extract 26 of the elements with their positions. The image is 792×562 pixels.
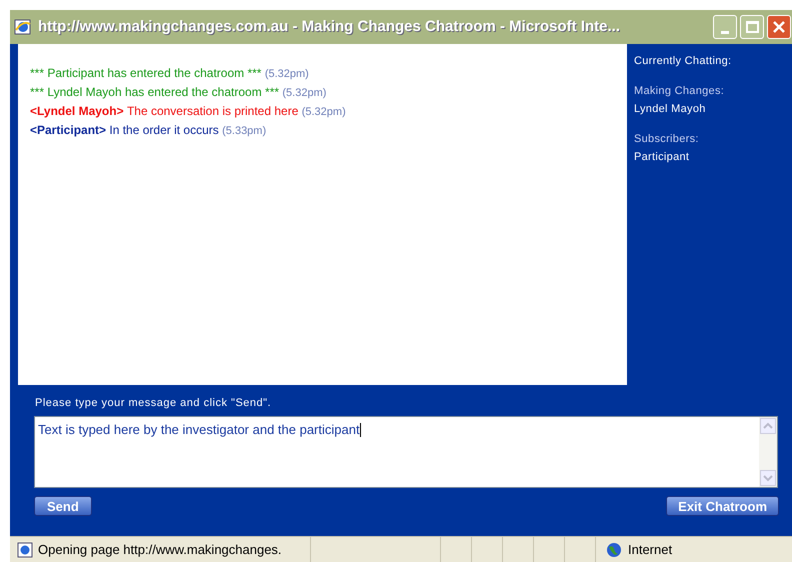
group-label: Making Changes: (634, 84, 726, 98)
member-name: Participant (634, 150, 690, 164)
compose-prompt: Please type your message and click "Send". (35, 396, 272, 411)
chat-message: *** Lyndel Mayoh has entered the chatroom *** (5.32pm) (30, 84, 328, 101)
chat-message: <Lyndel Mayoh> The conversation is printed here (5.32pm) (30, 103, 347, 120)
close-button[interactable] (767, 15, 791, 39)
minimize-button[interactable] (713, 15, 737, 39)
group-label: Subscribers: (634, 132, 700, 146)
globe-icon (606, 542, 622, 558)
browser-icon (14, 18, 32, 36)
page-icon (16, 540, 34, 558)
close-icon (772, 20, 786, 34)
zone-label: Internet (628, 540, 672, 559)
message-field[interactable]: Text is typed here by the investigator and the participant (34, 416, 778, 488)
scroll-down-icon[interactable] (760, 470, 776, 486)
maximize-button[interactable] (740, 15, 764, 39)
chat-message: <Participant> In the order it occurs (5.33pm) (30, 122, 268, 139)
chat-message: *** Participant has entered the chatroom *** (5.32pm) (30, 65, 310, 82)
window-title: http://www.makingchanges.com.au - Making Changes Chatroom - Microsoft Inte... (38, 16, 620, 37)
scroll-up-icon[interactable] (760, 418, 776, 434)
send-button[interactable]: Send (34, 496, 92, 516)
scrollbar[interactable] (759, 416, 777, 486)
exit-button[interactable]: Exit Chatroom (666, 496, 779, 516)
member-name: Lyndel Mayoh (634, 102, 707, 116)
sidebar-heading: Currently Chatting: (634, 54, 732, 69)
status-text: Opening page http://www.makingchanges. (38, 540, 283, 559)
